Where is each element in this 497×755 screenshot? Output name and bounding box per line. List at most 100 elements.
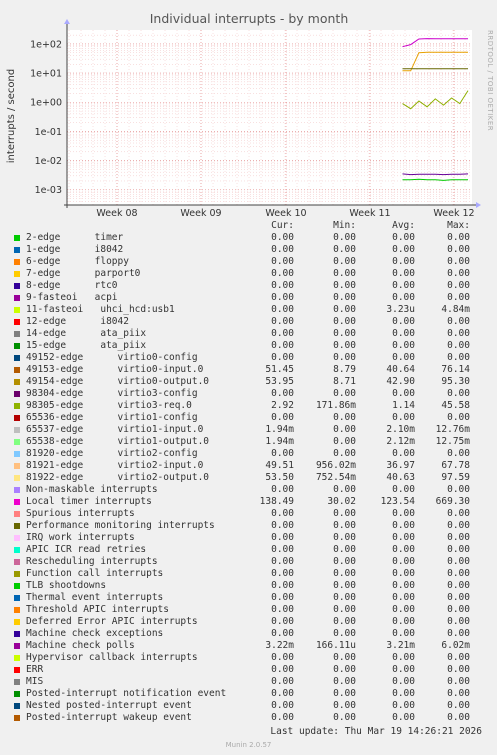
legend-label: 1-edge i8042: [26, 244, 124, 255]
legend-swatch: [14, 487, 20, 493]
legend-max-value: 4.84m: [441, 304, 470, 315]
legend-label: TLB shootdowns: [26, 580, 107, 591]
legend-label: 65538-edge virtio1-output.0: [26, 436, 210, 447]
legend-swatch: [14, 295, 20, 301]
legend-cur-value: 1.94m: [265, 436, 294, 447]
legend-row: 98304-edge virtio3-config 0.00 0.00 0.00 0.0…: [0, 388, 497, 400]
legend-row: 65538-edge virtio1-output.0 1.94m 0.00 2.12…: [0, 436, 497, 448]
legend-label: Rescheduling interrupts: [26, 556, 158, 567]
y-tick-label: 1e-01: [35, 127, 62, 138]
legend-max-value: 95.30: [441, 376, 470, 387]
legend-max-value: 0.00: [447, 508, 470, 519]
legend-label: 15-edge ata_piix: [26, 340, 147, 351]
legend-swatch: [14, 439, 20, 445]
legend-swatch: [14, 427, 20, 433]
legend-swatch: [14, 319, 20, 325]
legend-label: 6-edge floppy: [26, 256, 129, 267]
legend-max-value: 0.00: [447, 664, 470, 675]
legend-max-value: 0.00: [447, 340, 470, 351]
legend-label: Thermal event interrupts: [26, 592, 164, 603]
x-tick-label: Week 08: [96, 208, 137, 219]
legend-max-value: 0.00: [447, 700, 470, 711]
legend-max-value: 12.75m: [435, 436, 470, 447]
legend-row: Function call interrupts 0.00 0.00 0.00 0.00: [0, 568, 497, 580]
legend-label: Deferred Error APIC interrupts: [26, 616, 198, 627]
legend-swatch: [14, 583, 20, 589]
legend-swatch: [14, 559, 20, 565]
legend-cur-value: 0.00: [271, 676, 294, 687]
legend-label: 65536-edge virtio1-config: [26, 412, 198, 423]
legend-swatch: [14, 655, 20, 661]
legend-row: Hypervisor callback interrupts 0.00 0.00 0.…: [0, 652, 497, 664]
legend-swatch: [14, 667, 20, 673]
legend-swatch: [14, 631, 20, 637]
legend-max-value: 12.76m: [435, 424, 470, 435]
legend-swatch: [14, 355, 20, 361]
legend-max-value: 669.30: [435, 496, 470, 507]
legend-cur-value: 0.00: [271, 556, 294, 567]
legend-label: 7-edge parport0: [26, 268, 141, 279]
legend-max-value: 45.58: [441, 400, 470, 411]
legend-row: Rescheduling interrupts 0.00 0.00 0.00 0.00: [0, 556, 497, 568]
x-axis-arrow: [476, 202, 481, 208]
legend-max-value: 0.00: [447, 448, 470, 459]
legend-label: 98304-edge virtio3-config: [26, 388, 198, 399]
legend-swatch: [14, 463, 20, 469]
legend-cur-value: 3.22m: [265, 640, 294, 651]
chart: Individual interrupts - by month interru…: [6, 11, 481, 219]
legend-cur-value: 0.00: [271, 484, 294, 495]
legend-row: Non-maskable interrupts 0.00 0.00 0.00 0.00: [0, 484, 497, 496]
legend-row: MIS 0.00 0.00 0.00 0.00: [0, 676, 497, 688]
legend-row: 98305-edge virtio3-req.0 2.92 171.86m 1.14 4…: [0, 400, 497, 412]
header-cur: Cur:: [271, 220, 294, 231]
legend-row: 15-edge ata_piix 0.00 0.00 0.00 0.00: [0, 340, 497, 352]
legend-cur-value: 0.00: [271, 604, 294, 615]
legend-swatch: [14, 571, 20, 577]
legend-cur-value: 0.00: [271, 280, 294, 291]
legend-label: 81920-edge virtio2-config: [26, 448, 198, 459]
legend-swatch: [14, 451, 20, 457]
legend-swatch: [14, 703, 20, 709]
legend-swatch: [14, 271, 20, 277]
legend-row: IRQ work interrupts 0.00 0.00 0.00 0.00: [0, 532, 497, 544]
legend-cur-value: 0.00: [271, 580, 294, 591]
chart-title: Individual interrupts - by month: [150, 11, 349, 26]
y-tick-label: 1e+01: [30, 69, 62, 80]
legend-label: Non-maskable interrupts: [26, 484, 158, 495]
legend-cur-value: 0.00: [271, 412, 294, 423]
legend-row: Posted-interrupt wakeup event 0.00 0.00 0.0…: [0, 712, 497, 724]
legend-cur-value: 0.00: [271, 688, 294, 699]
x-ticks: Week 08 Week 09 Week 10 Week 11 Week 12: [96, 208, 474, 219]
legend-max-value: 0.00: [447, 244, 470, 255]
legend-row: 1-edge i8042 0.00 0.00 0.00 0.00: [0, 244, 497, 256]
legend-max-value: 0.00: [447, 388, 470, 399]
legend-row: Performance monitoring interrupts 0.00 0.0…: [0, 520, 497, 532]
legend-max-value: 0.00: [447, 628, 470, 639]
legend-row: 81920-edge virtio2-config 0.00 0.00 0.00 0.0…: [0, 448, 497, 460]
legend-label: Function call interrupts: [26, 568, 164, 579]
x-tick-label: Week 12: [433, 208, 474, 219]
legend-row: Machine check polls 3.22m 166.11u 3.21m 6.02…: [0, 640, 497, 652]
legend-swatch: [14, 535, 20, 541]
legend-swatch: [14, 259, 20, 265]
legend-row: 9-fasteoi acpi 0.00 0.00 0.00 0.00: [0, 292, 497, 304]
x-tick-label: Week 09: [180, 208, 221, 219]
legend-max-value: 0.00: [447, 280, 470, 291]
legend-swatch: [14, 595, 20, 601]
legend-label: Machine check polls: [26, 640, 135, 651]
legend-row: Deferred Error APIC interrupts 0.00 0.00 0.…: [0, 616, 497, 628]
legend-row: APIC ICR read retries 0.00 0.00 0.00 0.00: [0, 544, 497, 556]
legend-label: MIS: [26, 676, 44, 687]
legend-swatch: [14, 235, 20, 241]
legend-label: Threshold APIC interrupts: [26, 604, 169, 615]
y-axis-label: interrupts / second: [6, 69, 17, 163]
munin-version: Munin 2.0.57: [225, 741, 272, 749]
legend-label: 81922-edge virtio2-output.0: [26, 472, 210, 483]
rrdtool-credit: RRDTOOL / TOBI OETIKER: [486, 30, 494, 132]
legend-swatch: [14, 679, 20, 685]
legend-label: Performance monitoring interrupts: [26, 520, 215, 531]
legend-row: Nested posted-interrupt event 0.00 0.00 0.0…: [0, 700, 497, 712]
legend-swatch: [14, 475, 20, 481]
y-ticks: 1e+02 1e+01 1e+00 1e-01 1e-02 1e-03: [30, 39, 62, 196]
legend-max-value: 0.00: [447, 592, 470, 603]
